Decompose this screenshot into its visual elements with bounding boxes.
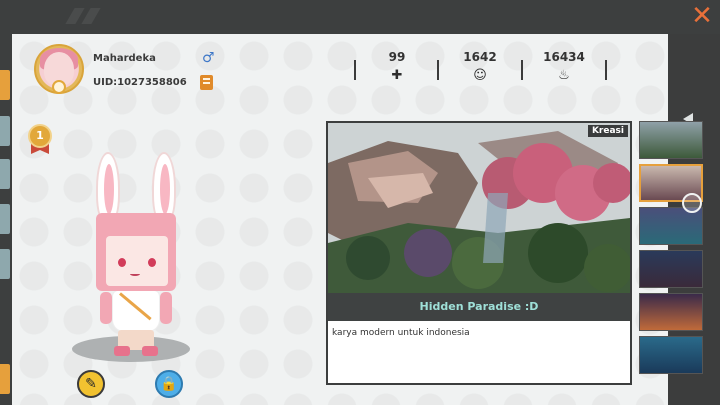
map-preview-image[interactable]: Kreasi <box>328 123 630 293</box>
tab-2[interactable] <box>0 116 10 146</box>
fire-icon: ♨ <box>558 68 570 83</box>
user-id: UID:1027358806 <box>93 77 187 88</box>
tab-6[interactable] <box>0 364 10 394</box>
character-face <box>106 236 168 286</box>
pencil-icon: ✎ <box>85 376 97 392</box>
map-thumbnail[interactable] <box>639 336 703 374</box>
map-description: karya modern untuk indonesia <box>332 328 470 338</box>
map-category-tag: Kreasi <box>587 125 628 137</box>
tab-3[interactable] <box>0 159 10 189</box>
magnify-icon[interactable] <box>52 80 66 94</box>
stat-value: 99 <box>388 50 406 64</box>
character-shoe-left <box>114 346 130 356</box>
left-tab-strip <box>0 34 12 405</box>
map-thumbnail[interactable] <box>639 121 703 159</box>
stat-divider <box>354 60 356 80</box>
stat-collect[interactable]: 99 ✚ <box>367 50 427 84</box>
bookmark-plus-icon: ✚ <box>391 68 403 83</box>
stat-value: 1642 <box>463 50 497 64</box>
stat-divider <box>605 60 607 80</box>
character-body <box>112 290 160 332</box>
stat-value: 16434 <box>543 50 585 64</box>
stat-fans[interactable]: 1642 ☺ <box>450 50 510 84</box>
map-scene <box>328 123 630 293</box>
decor-stripe <box>81 8 101 24</box>
lock-icon: 🔒 <box>160 376 178 392</box>
tab-5[interactable] <box>0 249 10 279</box>
character-eye-left <box>118 258 126 267</box>
scroll-handle[interactable] <box>682 193 702 213</box>
copy-uid-icon[interactable] <box>200 75 213 90</box>
username: Mahardeka <box>93 53 156 64</box>
character-shoe-right <box>142 346 158 356</box>
stat-divider <box>437 60 439 80</box>
character-arm-right <box>160 292 172 324</box>
stat-popularity[interactable]: 16434 ♨ <box>534 50 594 84</box>
map-title: Hidden Paradise :D <box>328 293 630 321</box>
edit-button[interactable]: ✎ <box>77 370 105 398</box>
lock-button[interactable]: 🔒 <box>155 370 183 398</box>
character-mouth <box>130 272 140 276</box>
stat-divider <box>521 60 523 80</box>
tab-4[interactable] <box>0 204 10 234</box>
map-thumbnail[interactable] <box>639 293 703 331</box>
tab-profile[interactable] <box>0 70 10 100</box>
map-thumbnail[interactable] <box>639 250 703 288</box>
map-thumbnail-list[interactable] <box>637 119 707 379</box>
top-bar: ✕ <box>0 0 720 34</box>
map-card[interactable]: Kreasi Hidden Paradise :D karya modern u… <box>326 121 632 385</box>
close-button[interactable]: ✕ <box>690 3 714 29</box>
character-arm-left <box>100 292 112 324</box>
male-gender-icon: ♂ <box>202 50 215 66</box>
fans-cheer-icon: ☺ <box>473 68 487 83</box>
medal-badge-icon[interactable]: 1 <box>28 124 52 148</box>
character-eye-right <box>148 258 156 267</box>
